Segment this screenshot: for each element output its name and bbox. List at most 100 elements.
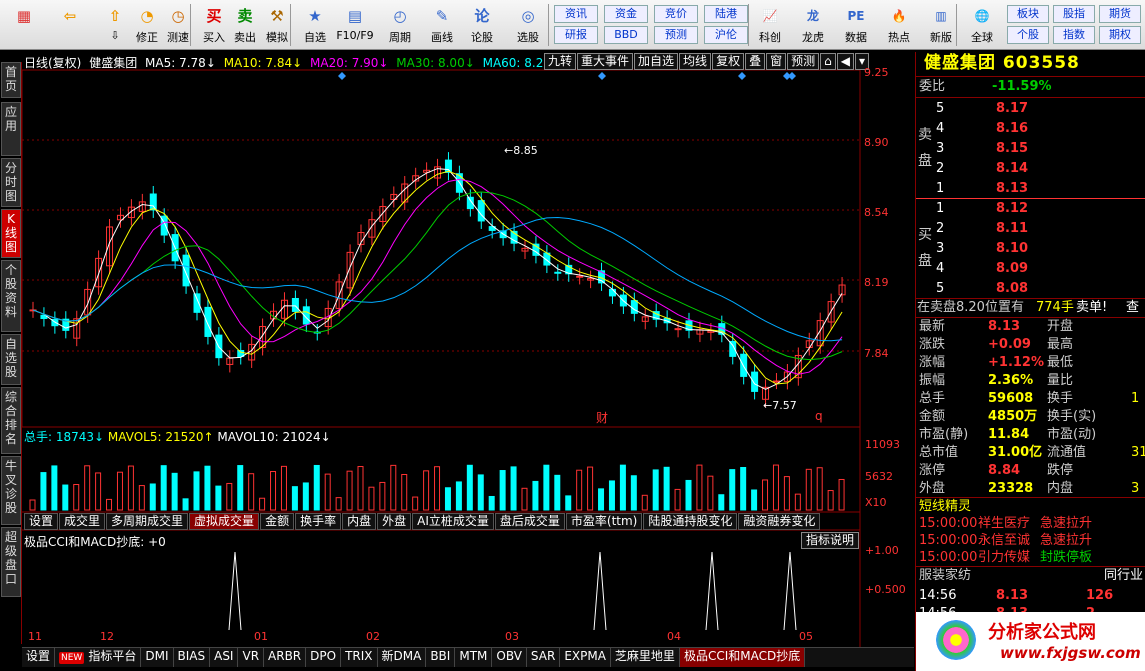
toolbar-small-button[interactable]: 板块 <box>1007 5 1049 23</box>
toolbar-button-12[interactable]: 论论股 <box>462 2 502 48</box>
indicator-tab-14[interactable]: SAR <box>527 648 561 667</box>
indicator-tab-10[interactable]: 新DMA <box>378 648 427 667</box>
left-tab-7[interactable]: 牛叉诊股 <box>1 456 21 525</box>
stock-title: 健盛集团 603558 <box>924 53 1080 73</box>
left-tab-8[interactable]: 超级盘口 <box>1 527 21 597</box>
volume-sub-tab-3[interactable]: 虚拟成交量 <box>189 513 260 530</box>
indicator-tab-6[interactable]: VR <box>238 648 265 667</box>
chart-top-button-9[interactable]: ◀ <box>836 53 854 70</box>
toolbar-small-button[interactable]: BBD <box>604 26 648 44</box>
event-marker[interactable] <box>338 72 346 80</box>
toolbar-button-4[interactable]: ◷ 测速 <box>158 2 198 48</box>
toolbar-small-button[interactable]: 期权 <box>1099 26 1141 44</box>
volume-sub-tab-7[interactable]: 外盘 <box>377 513 412 530</box>
notice-button: 查 <box>1126 300 1140 315</box>
volume-sub-tab-8[interactable]: AI立桩成交量 <box>412 513 494 530</box>
volume-sub-tab-12[interactable]: 融资融券变化 <box>738 513 821 530</box>
toolbar-button2-4[interactable]: ▥ 新版 <box>921 2 961 48</box>
chart-top-button-6[interactable]: 窗 <box>766 53 787 70</box>
toolbar-button-7[interactable]: ⚒ 模拟 <box>257 2 297 48</box>
indicator-tab-16[interactable]: 芝麻里地里 <box>611 648 680 667</box>
toolbar-icon: 🌐 <box>974 9 990 23</box>
indicator-tab-7[interactable]: ARBR <box>264 648 307 667</box>
volume-sub-tab-0[interactable]: 设置 <box>24 513 59 530</box>
toolbar-button-8[interactable]: ★ 自选 <box>295 2 335 48</box>
toolbar-button2-0[interactable]: 📈 科创 <box>750 2 790 48</box>
kline-plot-svg[interactable] <box>22 52 914 647</box>
volume-sub-tab-10[interactable]: 市盈率(ttm) <box>565 513 643 530</box>
chart-top-button-0[interactable]: 九转 <box>544 53 577 70</box>
indicator-tab-12[interactable]: MTM <box>455 648 493 667</box>
short-row: 15:00:00 祥生医疗 急速拉升 <box>916 515 1145 533</box>
volume-sub-tab-2[interactable]: 多周期成交里 <box>106 513 189 530</box>
indicator-tab-5[interactable]: ASI <box>210 648 239 667</box>
indicator-tab-13[interactable]: OBV <box>492 648 527 667</box>
chart-top-button-3[interactable]: 均线 <box>679 53 712 70</box>
toolbar-small-button[interactable]: 陆港 <box>704 5 748 23</box>
toolbar-button-label: 测速 <box>167 31 189 44</box>
chart-top-button-5[interactable]: 叠 <box>745 53 766 70</box>
toolbar-small-button[interactable]: 竞价 <box>654 5 698 23</box>
toolbar-small-button[interactable]: 期货 <box>1099 5 1141 23</box>
left-tab-6[interactable]: 综合排名 <box>1 387 21 454</box>
indicator-tab-15[interactable]: EXPMA <box>560 648 611 667</box>
left-tab-5[interactable]: 自选股 <box>1 334 21 385</box>
chart-top-button-2[interactable]: 加自选 <box>634 53 679 70</box>
indicator-tab-8[interactable]: DPO <box>306 648 342 667</box>
volume-sub-tab-1[interactable]: 成交里 <box>59 513 106 530</box>
indicator-tab-11[interactable]: BBI <box>426 648 456 667</box>
volume-bar <box>685 479 692 511</box>
report-marker[interactable]: 财 <box>596 409 608 426</box>
toolbar-button2-5[interactable]: 🌐 全球 <box>962 2 1002 48</box>
volume-sub-tab-6[interactable]: 内盘 <box>342 513 377 530</box>
indicator-tab-0[interactable]: 设置 <box>22 648 56 667</box>
kline-chart-panel[interactable]: 日线(复权) 健盛集团 MA5: 7.78↓ MA10: 7.84↓ MA20:… <box>22 52 914 647</box>
indicator-tab-9[interactable]: TRIX <box>341 648 378 667</box>
volume-bar <box>652 469 659 511</box>
toolbar-small-button[interactable]: 资金 <box>604 5 648 23</box>
toolbar-icon: ◴ <box>393 7 407 25</box>
event-marker[interactable] <box>788 72 796 80</box>
q-marker[interactable]: q <box>815 409 823 423</box>
chart-top-button-4[interactable]: 复权 <box>712 53 745 70</box>
chart-top-button-7[interactable]: 预测 <box>787 53 820 70</box>
volume-sub-tab-5[interactable]: 换手率 <box>295 513 342 530</box>
indicator-tab-2[interactable]: 指标平台 <box>84 648 142 667</box>
ask-price: 8.15 <box>996 141 1029 156</box>
indicator-tab-4[interactable]: BIAS <box>174 648 211 667</box>
toolbar-small-button[interactable]: 沪伦 <box>704 26 748 44</box>
indicator-desc-button[interactable]: 指标说明 <box>801 532 860 549</box>
left-tab-3[interactable]: K线图 <box>1 209 21 258</box>
toolbar-button-10[interactable]: ◴ 周期 <box>380 2 420 48</box>
volume-sub-tab-9[interactable]: 盘后成交量 <box>494 513 565 530</box>
weibi-label: 委比 <box>919 79 946 94</box>
toolbar-button-0[interactable]: ▦ <box>4 2 44 48</box>
volume-sub-tab-4[interactable]: 金额 <box>260 513 295 530</box>
event-marker[interactable] <box>598 72 606 80</box>
toolbar-small-button[interactable]: 预测 <box>654 26 698 44</box>
left-tab-1[interactable]: 应用 <box>1 102 21 156</box>
toolbar-button-label: 科创 <box>759 31 781 44</box>
toolbar-small-button[interactable]: 个股 <box>1007 26 1049 44</box>
toolbar-button2-2[interactable]: PE 数据 <box>836 2 876 48</box>
toolbar-small-button[interactable]: 指数 <box>1053 26 1095 44</box>
chart-top-button-1[interactable]: 重大事件 <box>577 53 634 70</box>
chart-top-button-8[interactable]: ⌂ <box>820 53 836 70</box>
toolbar-button-11[interactable]: ✎ 画线 <box>422 2 462 48</box>
left-tab-2[interactable]: 分时图 <box>1 158 21 207</box>
toolbar-small-button[interactable]: 股指 <box>1053 5 1095 23</box>
volume-sub-tab-11[interactable]: 陆股通持股变化 <box>643 513 738 530</box>
toolbar-button-1[interactable]: ⇦ <box>50 2 90 48</box>
event-marker[interactable] <box>738 72 746 80</box>
indicator-tab-3[interactable]: DMI <box>141 648 174 667</box>
indicator-tab-17[interactable]: 极品CCI和MACD抄底 <box>679 648 806 667</box>
toolbar-small-button[interactable]: 研报 <box>554 26 598 44</box>
toolbar-button2-1[interactable]: 龙龙虎 <box>793 2 833 48</box>
toolbar-button-9[interactable]: ▤ F10/F9 <box>335 2 375 48</box>
left-tab-4[interactable]: 个股资料 <box>1 260 21 332</box>
toolbar-small-button[interactable]: 资讯 <box>554 5 598 23</box>
left-tab-0[interactable]: 首页 <box>1 62 21 98</box>
toolbar-button-13[interactable]: ◎ 选股 <box>508 2 548 48</box>
toolbar-button2-3[interactable]: 🔥 热点 <box>879 2 919 48</box>
candle-body <box>204 306 212 337</box>
